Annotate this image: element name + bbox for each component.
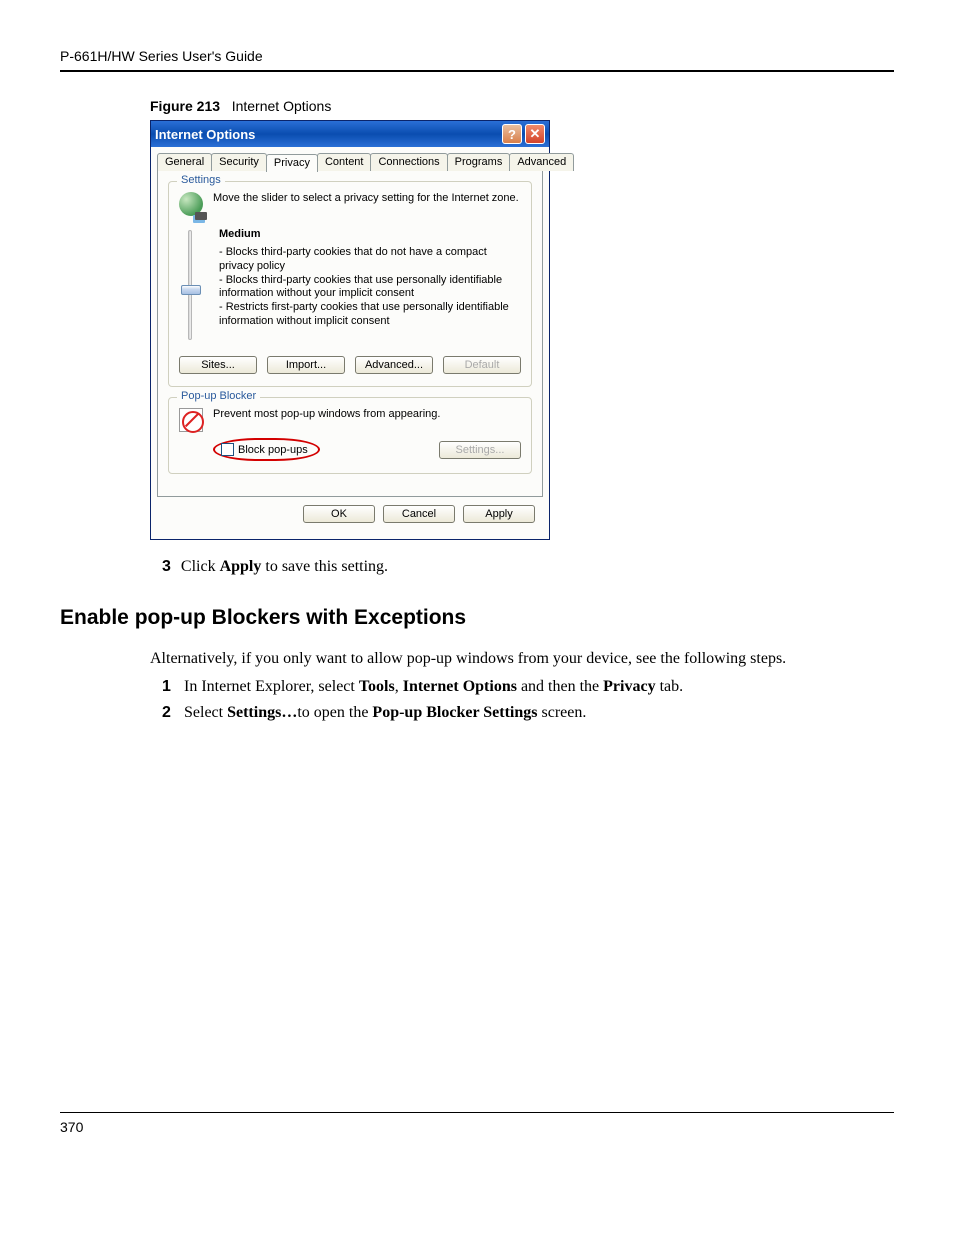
help-icon: ? [508,127,516,142]
tab-advanced[interactable]: Advanced [509,153,574,171]
slider-thumb[interactable] [181,285,201,295]
popup-group-title: Pop-up Blocker [177,390,260,402]
apply-button[interactable]: Apply [463,505,535,523]
step-number: 1 [162,678,180,696]
privacy-level: Medium [219,228,521,240]
step-2: 2 Select Settings…to open the Pop-up Blo… [162,704,894,722]
popup-blocker-group: Pop-up Blocker Prevent most pop-up windo… [168,397,532,474]
block-popups-checkbox[interactable] [221,443,234,456]
s1a: In Internet Explorer, select [184,678,359,695]
s1g: tab. [656,678,684,695]
ok-button[interactable]: OK [303,505,375,523]
tab-content[interactable]: Content [317,153,372,171]
privacy-bullet-1: - Blocks third-party cookies that do not… [219,246,521,274]
popup-blocker-icon [179,408,203,432]
figure-title: Internet Options [232,98,332,114]
settings-intro: Move the slider to select a privacy sett… [213,192,519,204]
figure-label: Figure 213 [150,98,220,114]
s1c: , [395,678,403,695]
s1e: and then the [517,678,603,695]
step-number: 2 [162,704,180,722]
running-header: P-661H/HW Series User's Guide [60,48,894,70]
page-footer: 370 [60,1112,894,1135]
tab-programs[interactable]: Programs [447,153,511,171]
settings-group: Settings Move the slider to select a pri… [168,181,532,387]
s1f: Privacy [603,678,655,695]
dialog-title: Internet Options [155,127,255,142]
help-button[interactable]: ? [502,124,522,144]
s2a: Select [184,704,227,721]
privacy-bullet-2: - Blocks third-party cookies that use pe… [219,274,521,302]
step3-text-a: Click [181,558,220,575]
sites-button[interactable]: Sites... [179,356,257,374]
header-rule [60,70,894,72]
privacy-bullet-3: - Restricts first-party cookies that use… [219,301,521,329]
s2e: screen. [537,704,586,721]
block-popups-label: Block pop-ups [238,444,308,456]
block-popups-highlight: Block pop-ups [213,438,320,461]
intro-paragraph: Alternatively, if you only want to allow… [150,648,894,670]
section-heading: Enable pop-up Blockers with Exceptions [60,606,894,630]
step-3: 3 Click Apply to save this setting. [162,558,894,576]
s1d: Internet Options [403,678,517,695]
tab-panel-privacy: Settings Move the slider to select a pri… [157,170,543,497]
s2c: to open the [297,704,372,721]
tab-security[interactable]: Security [211,153,267,171]
popup-intro: Prevent most pop-up windows from appeari… [213,408,440,420]
figure-caption: Figure 213 Internet Options [150,98,894,114]
s2b: Settings… [227,704,297,721]
tab-privacy[interactable]: Privacy [266,154,318,172]
page-number: 370 [60,1119,83,1135]
import-button[interactable]: Import... [267,356,345,374]
close-icon: ✕ [530,126,541,142]
step3-text-c: to save this setting. [261,558,388,575]
close-button[interactable]: ✕ [525,124,545,144]
popup-settings-button[interactable]: Settings... [439,441,521,459]
globe-icon [179,192,203,216]
titlebar[interactable]: Internet Options ? ✕ [151,121,549,147]
tab-general[interactable]: General [157,153,212,171]
step-number: 3 [162,558,171,575]
s1b: Tools [359,678,395,695]
default-button[interactable]: Default [443,356,521,374]
s2d: Pop-up Blocker Settings [372,704,537,721]
privacy-slider[interactable] [188,230,192,340]
advanced-button[interactable]: Advanced... [355,356,433,374]
dialog-footer: OK Cancel Apply [157,497,543,533]
settings-group-title: Settings [177,174,225,186]
step3-text-b: Apply [220,558,262,575]
tab-bar: General Security Privacy Content Connect… [157,153,543,171]
cancel-button[interactable]: Cancel [383,505,455,523]
tab-connections[interactable]: Connections [370,153,447,171]
internet-options-dialog: Internet Options ? ✕ General Security Pr… [150,120,550,540]
step-1: 1 In Internet Explorer, select Tools, In… [162,678,894,696]
